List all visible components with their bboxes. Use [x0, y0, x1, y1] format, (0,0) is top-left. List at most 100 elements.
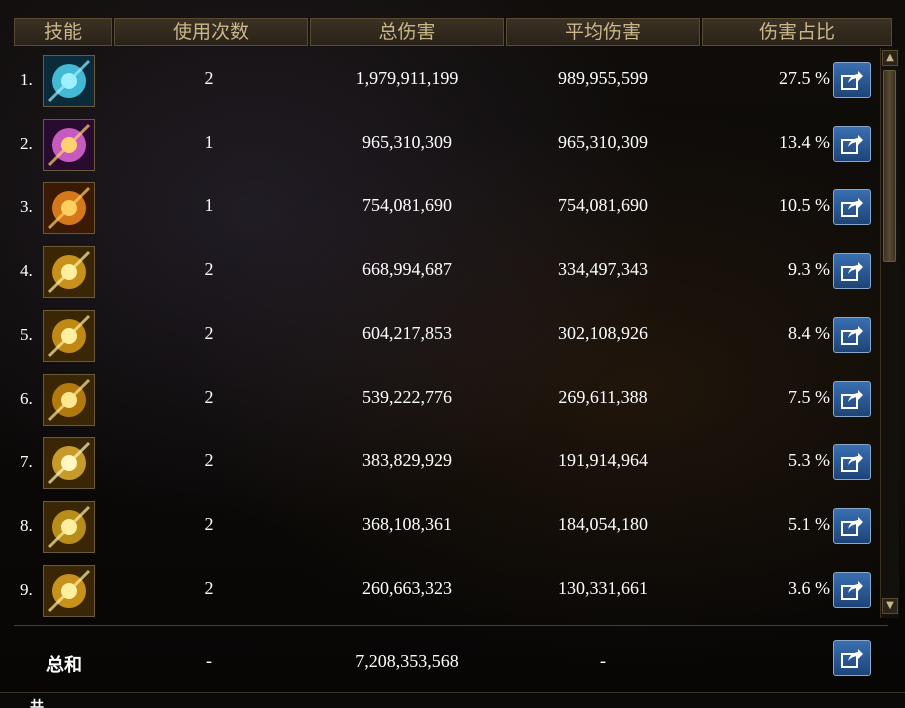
row-index: 9.: [20, 579, 33, 599]
average-damage: 130,331,661: [558, 577, 648, 598]
header-skill: 技能: [14, 18, 112, 46]
uses-count: 2: [204, 259, 214, 280]
damage-percent: 5.1 %: [788, 513, 830, 534]
table-row: 4. 2 668,994,687 334,497,343 9.3 %: [0, 241, 878, 305]
share-icon: [841, 325, 863, 345]
table-row: 9. 2 260,663,323 130,331,661 3.6 %: [0, 560, 878, 624]
blue-orb-skill-icon: [43, 55, 95, 107]
table-row: 3. 1 754,081,690 754,081,690 10.5 %: [0, 177, 878, 241]
golden-spiral-skill-icon: [43, 500, 95, 553]
share-button[interactable]: [833, 571, 871, 608]
share-icon: [841, 134, 863, 154]
uses-count: 2: [204, 68, 214, 88]
golden-eye-skill-icon: [43, 246, 95, 299]
header-uses: 使用次数: [114, 18, 308, 46]
uses-count: 1: [204, 131, 214, 152]
header-avg-damage: 平均伤害: [506, 18, 700, 46]
damage-stats-panel: 技能 使用次数 总伤害 平均伤害 伤害占比 1. 2 1,979,911,199…: [0, 0, 905, 708]
damage-percent: 9.3 %: [788, 259, 830, 280]
total-damage: 260,663,323: [362, 577, 452, 598]
share-icon: [841, 198, 863, 218]
average-damage: 269,611,388: [558, 386, 648, 407]
total-damage-value: 7,208,353,568: [355, 651, 459, 671]
table-row: 1. 2 1,979,911,199 989,955,599 27.5 %: [0, 50, 878, 114]
table-row: 5. 2 604,217,853 302,108,926 8.4 %: [0, 305, 878, 369]
header-total-damage: 总伤害: [310, 18, 504, 46]
row-index: 7.: [20, 452, 33, 472]
damage-percent: 27.5 %: [779, 68, 830, 88]
damage-percent: 13.4 %: [779, 131, 830, 152]
table-row: 7. 2 383,829,929 191,914,964 5.3 %: [0, 432, 878, 496]
share-button[interactable]: [833, 253, 871, 290]
total-damage: 604,217,853: [362, 322, 452, 343]
damage-percent: 8.4 %: [788, 322, 830, 343]
row-index: 1.: [20, 70, 33, 89]
golden-spark-skill-icon: [43, 564, 95, 617]
table-row: 8. 2 368,108,361 184,054,180 5.1 %: [0, 496, 878, 560]
share-icon: [841, 649, 863, 668]
total-row: 总和 - 7,208,353,568 -: [0, 630, 878, 690]
row-index: 3.: [20, 197, 33, 217]
damage-percent: 7.5 %: [788, 386, 830, 407]
total-damage: 668,994,687: [362, 259, 452, 280]
pink-burst-skill-icon: [43, 118, 95, 171]
average-damage: 334,497,343: [558, 259, 648, 280]
total-damage: 368,108,361: [362, 513, 452, 534]
total-label: 总和: [46, 655, 82, 676]
average-damage: 302,108,926: [558, 322, 648, 343]
damage-percent: 10.5 %: [779, 195, 830, 216]
share-icon: [841, 580, 863, 600]
share-icon: [841, 389, 863, 409]
share-icon: [841, 516, 863, 536]
total-share-button[interactable]: [833, 640, 871, 676]
row-index: 4.: [20, 261, 33, 281]
scroll-down-button[interactable]: ▼: [882, 598, 898, 614]
row-index: 2.: [20, 133, 33, 153]
average-damage: 965,310,309: [558, 131, 648, 152]
total-damage: 754,081,690: [362, 195, 452, 216]
table-header: 技能 使用次数 总伤害 平均伤害 伤害占比: [0, 18, 905, 46]
uses-count: 2: [204, 322, 214, 343]
average-damage: 754,081,690: [558, 195, 648, 216]
share-icon: [841, 71, 863, 90]
table-row: 6. 2 539,222,776 269,611,388 7.5 %: [0, 369, 878, 433]
share-button[interactable]: [833, 62, 871, 98]
share-button[interactable]: [833, 380, 871, 417]
bottom-bar: 共: [0, 692, 905, 708]
share-button[interactable]: [833, 507, 871, 544]
share-button[interactable]: [833, 189, 871, 226]
uses-count: 2: [204, 577, 214, 598]
share-icon: [841, 453, 863, 473]
share-button[interactable]: [833, 316, 871, 353]
row-index: 8.: [20, 515, 33, 535]
total-avg: -: [599, 651, 607, 672]
golden-star-skill-icon: [43, 437, 95, 490]
total-uses: -: [205, 651, 213, 672]
total-damage: 1,979,911,199: [355, 68, 459, 88]
average-damage: 191,914,964: [558, 450, 648, 471]
total-damage: 383,829,929: [362, 450, 452, 471]
bottom-label: 共: [30, 699, 44, 708]
uses-count: 2: [204, 513, 214, 534]
row-index: 5.: [20, 324, 33, 344]
scrollbar[interactable]: ▲ ▼: [880, 48, 899, 618]
average-damage: 989,955,599: [558, 68, 648, 88]
row-index: 6.: [20, 388, 33, 408]
share-button[interactable]: [833, 444, 871, 481]
total-divider: [14, 625, 888, 626]
fire-swirl-skill-icon: [43, 182, 95, 235]
header-damage-share: 伤害占比: [702, 18, 892, 46]
table-row: 2. 1 965,310,309 965,310,309 13.4 %: [0, 114, 878, 178]
uses-count: 2: [204, 450, 214, 471]
scroll-thumb[interactable]: [883, 70, 896, 262]
damage-percent: 5.3 %: [788, 450, 830, 471]
uses-count: 2: [204, 386, 214, 407]
share-button[interactable]: [833, 125, 871, 162]
uses-count: 1: [204, 195, 214, 216]
total-damage: 539,222,776: [362, 386, 452, 407]
total-damage: 965,310,309: [362, 131, 452, 152]
damage-percent: 3.6 %: [788, 577, 830, 598]
average-damage: 184,054,180: [558, 513, 648, 534]
golden-strike-skill-icon: [43, 373, 95, 426]
scroll-up-button[interactable]: ▲: [882, 50, 898, 66]
